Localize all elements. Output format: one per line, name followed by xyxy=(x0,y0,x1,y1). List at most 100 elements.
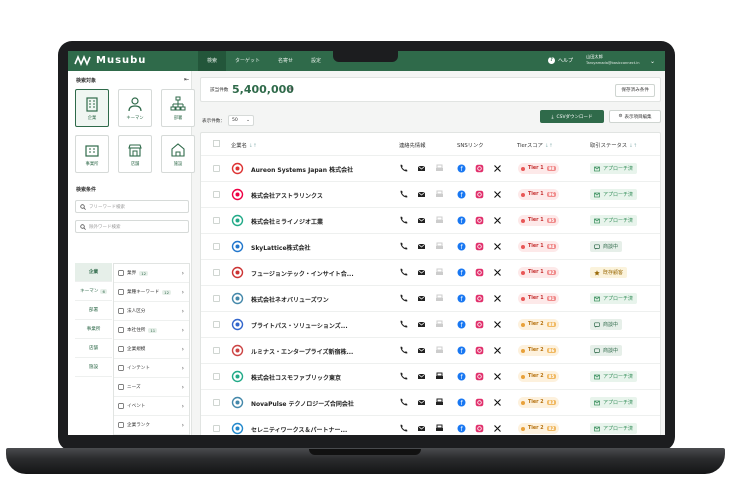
target-tile[interactable]: 企業 xyxy=(75,89,109,127)
instagram-icon[interactable] xyxy=(475,216,484,225)
chevron-down-icon[interactable]: ⌄ xyxy=(650,58,655,65)
facebook-icon[interactable]: f xyxy=(457,424,466,433)
row-checkbox[interactable] xyxy=(213,347,220,354)
mail-icon[interactable] xyxy=(417,190,426,199)
target-tile[interactable]: 店舗 xyxy=(118,135,152,173)
phone-icon[interactable] xyxy=(399,190,408,199)
instagram-icon[interactable] xyxy=(475,268,484,277)
fax-icon[interactable] xyxy=(435,320,444,329)
x-twitter-icon[interactable] xyxy=(493,320,502,329)
company-name[interactable]: NovaPulse テクノロジーズ合同会社 xyxy=(251,399,354,408)
select-all-checkbox[interactable] xyxy=(213,140,220,147)
column-status[interactable]: 取引ステータス ↓↑ xyxy=(590,141,637,149)
category-tab[interactable]: 部署 xyxy=(75,301,112,320)
phone-icon[interactable] xyxy=(399,294,408,303)
table-row[interactable]: SkyLattice株式会社 f Tier 1 94 商談中 xyxy=(201,233,660,259)
condition-item[interactable]: ニーズ › xyxy=(114,378,189,397)
phone-icon[interactable] xyxy=(399,242,408,251)
nav-item[interactable]: 設定 xyxy=(302,51,330,71)
row-checkbox[interactable] xyxy=(213,295,220,302)
table-row[interactable]: 株式会社コスモファブリック東京 f Tier 2 85 アプローチ済 xyxy=(201,363,660,389)
phone-icon[interactable] xyxy=(399,346,408,355)
x-twitter-icon[interactable] xyxy=(493,372,502,381)
category-tab[interactable]: 事業所 xyxy=(75,320,112,339)
table-row[interactable]: セレニティワークス＆パートナー... f Tier 2 82 アプローチ済 xyxy=(201,415,660,435)
x-twitter-icon[interactable] xyxy=(493,216,502,225)
mail-icon[interactable] xyxy=(417,294,426,303)
x-twitter-icon[interactable] xyxy=(493,398,502,407)
instagram-icon[interactable] xyxy=(475,294,484,303)
table-row[interactable]: 株式会社アストラリンクス f Tier 1 96 アプローチ済 xyxy=(201,181,660,207)
fax-icon[interactable] xyxy=(435,268,444,277)
fax-icon[interactable] xyxy=(435,424,444,433)
app-logo[interactable]: Musubu xyxy=(74,55,146,66)
mail-icon[interactable] xyxy=(417,268,426,277)
table-row[interactable]: 株式会社ネオバリューズワン f Tier 1 91 アプローチ済 xyxy=(201,285,660,311)
fax-icon[interactable] xyxy=(435,372,444,381)
fax-icon[interactable] xyxy=(435,294,444,303)
fax-icon[interactable] xyxy=(435,242,444,251)
column-tier[interactable]: Tierスコア ↓↑ xyxy=(517,141,553,149)
x-twitter-icon[interactable] xyxy=(493,190,502,199)
collapse-sidebar-icon[interactable]: ⇤ xyxy=(184,76,189,83)
help-link[interactable]: ? ヘルプ xyxy=(548,57,573,64)
facebook-icon[interactable]: f xyxy=(457,268,466,277)
fax-icon[interactable] xyxy=(435,216,444,225)
company-name[interactable]: Aureon Systems Japan 株式会社 xyxy=(251,165,353,174)
facebook-icon[interactable]: f xyxy=(457,372,466,381)
fax-icon[interactable] xyxy=(435,398,444,407)
mail-icon[interactable] xyxy=(417,164,426,173)
phone-icon[interactable] xyxy=(399,268,408,277)
condition-item[interactable]: 法人区分 › xyxy=(114,302,189,321)
mail-icon[interactable] xyxy=(417,216,426,225)
edit-columns-button[interactable]: ⚙ 表示項目編集 xyxy=(609,110,661,123)
row-checkbox[interactable] xyxy=(213,217,220,224)
x-twitter-icon[interactable] xyxy=(493,164,502,173)
company-name[interactable]: ブライトパス・ソリューションズ... xyxy=(251,321,348,330)
facebook-icon[interactable]: f xyxy=(457,320,466,329)
mail-icon[interactable] xyxy=(417,372,426,381)
fax-icon[interactable] xyxy=(435,164,444,173)
company-name[interactable]: セレニティワークス＆パートナー... xyxy=(251,425,347,434)
instagram-icon[interactable] xyxy=(475,424,484,433)
category-tab[interactable]: キーマン 6 xyxy=(75,282,112,301)
facebook-icon[interactable]: f xyxy=(457,294,466,303)
exclude-word-input[interactable]: 除外ワード検索 xyxy=(75,220,189,233)
table-row[interactable]: ルミナス・エンタープライズ新宿株... f Tier 2 86 商談中 xyxy=(201,337,660,363)
condition-item[interactable]: 企業規模 › xyxy=(114,340,189,359)
condition-item[interactable]: 業界 12 › xyxy=(114,264,189,283)
company-name[interactable]: フュージョンテック・インサイト合... xyxy=(251,269,354,278)
facebook-icon[interactable]: f xyxy=(457,164,466,173)
category-tab[interactable]: 店舗 xyxy=(75,339,112,358)
row-checkbox[interactable] xyxy=(213,165,220,172)
row-checkbox[interactable] xyxy=(213,373,220,380)
row-checkbox[interactable] xyxy=(213,321,220,328)
instagram-icon[interactable] xyxy=(475,398,484,407)
mail-icon[interactable] xyxy=(417,424,426,433)
mail-icon[interactable] xyxy=(417,242,426,251)
category-tab[interactable]: 施設 xyxy=(75,358,112,377)
company-name[interactable]: 株式会社ネオバリューズワン xyxy=(251,295,329,304)
table-row[interactable]: Aureon Systems Japan 株式会社 f Tier 1 98 アプローチ済 xyxy=(201,155,660,181)
phone-icon[interactable] xyxy=(399,216,408,225)
facebook-icon[interactable]: f xyxy=(457,346,466,355)
condition-item[interactable]: イベント › xyxy=(114,397,189,416)
company-name[interactable]: ルミナス・エンタープライズ新宿株... xyxy=(251,347,353,356)
table-row[interactable]: NovaPulse テクノロジーズ合同会社 f Tier 2 83 アプローチ済 xyxy=(201,389,660,415)
target-tile[interactable]: 事業所 xyxy=(75,135,109,173)
x-twitter-icon[interactable] xyxy=(493,346,502,355)
instagram-icon[interactable] xyxy=(475,190,484,199)
fax-icon[interactable] xyxy=(435,346,444,355)
company-name[interactable]: 株式会社ミライノジオ工業 xyxy=(251,217,323,226)
nav-item[interactable]: 名寄せ xyxy=(269,51,302,71)
table-row[interactable]: 株式会社ミライノジオ工業 f Tier 1 95 アプローチ済 xyxy=(201,207,660,233)
condition-item[interactable]: 企業ランク › xyxy=(114,416,189,435)
instagram-icon[interactable] xyxy=(475,346,484,355)
mail-icon[interactable] xyxy=(417,320,426,329)
freeword-search-input[interactable]: フリーワード検索 xyxy=(75,200,189,213)
target-tile[interactable]: 部署 xyxy=(161,89,195,127)
row-checkbox[interactable] xyxy=(213,191,220,198)
target-tile[interactable]: キーマン xyxy=(118,89,152,127)
phone-icon[interactable] xyxy=(399,424,408,433)
user-menu[interactable]: 山田太郎 Taroyamada@basicconnect.in xyxy=(586,54,640,66)
